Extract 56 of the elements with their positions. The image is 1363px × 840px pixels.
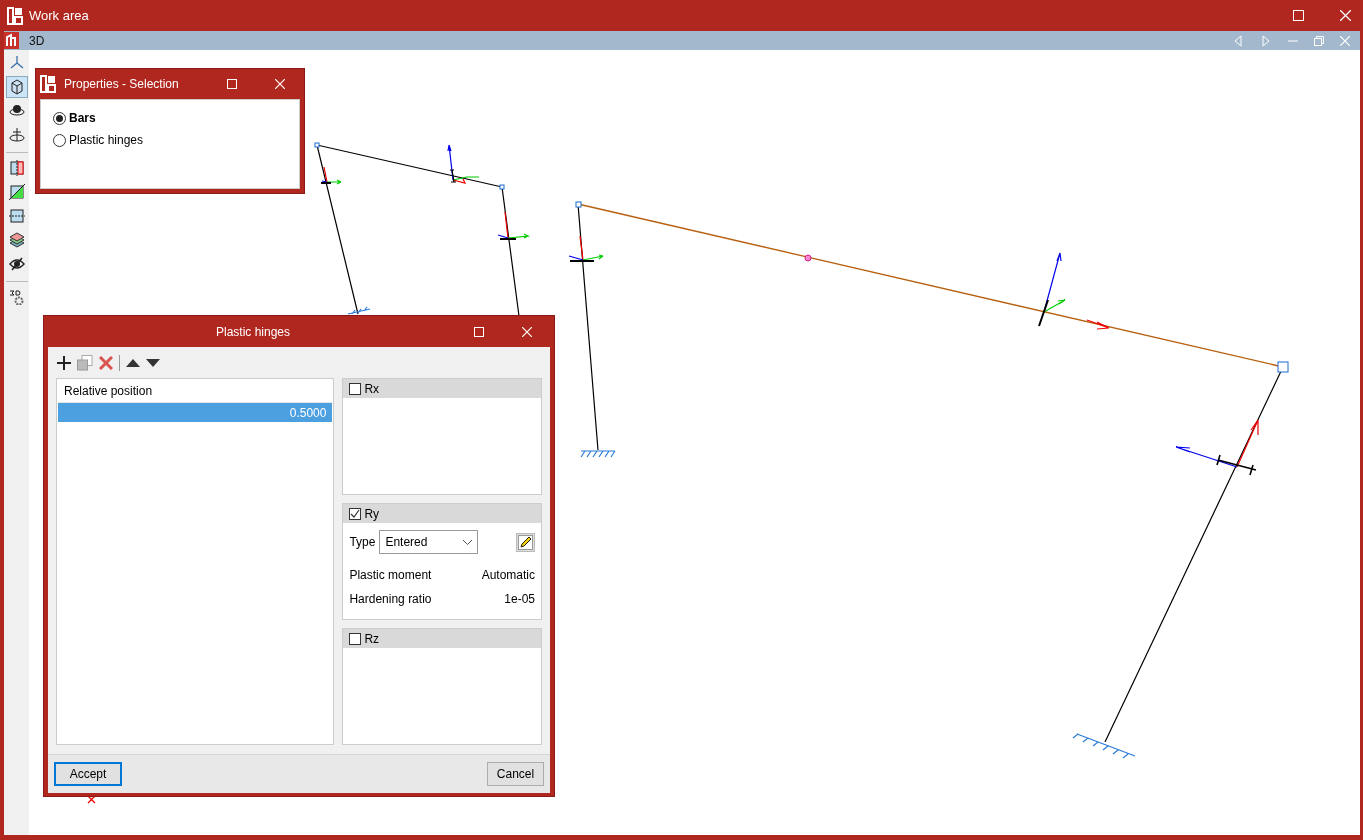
section-icon xyxy=(8,184,25,200)
property-value: 1e-05 xyxy=(504,591,535,608)
move-down-icon[interactable] xyxy=(146,358,160,367)
pencil-icon xyxy=(518,534,533,550)
type-dropdown[interactable]: Entered xyxy=(379,530,479,554)
app-logo-icon xyxy=(7,6,23,25)
checkbox-label[interactable]: Rz xyxy=(364,629,380,648)
section-icon xyxy=(8,208,25,224)
close-icon[interactable] xyxy=(1340,10,1351,21)
cube-icon xyxy=(8,79,25,95)
maximize-icon[interactable] xyxy=(474,326,484,337)
radio-button[interactable] xyxy=(53,133,66,147)
dialog-title: Plastic hinges xyxy=(216,323,291,341)
option-label[interactable]: Bars xyxy=(69,109,96,127)
cross-marker xyxy=(87,795,96,804)
view-title: 3D xyxy=(29,32,45,50)
column-header: Relative position xyxy=(63,383,154,400)
toolbar-button[interactable] xyxy=(5,76,28,98)
fixed-support xyxy=(1072,733,1136,759)
hidden-eye-icon xyxy=(8,256,25,272)
maximize-icon[interactable] xyxy=(1293,10,1304,21)
checkbox-label[interactable]: Rx xyxy=(364,379,380,398)
fixed-support xyxy=(347,306,371,315)
section-icon xyxy=(8,160,25,176)
field-label: Type xyxy=(349,534,376,551)
dialog-title: Properties - Selection xyxy=(64,76,179,93)
maximize-icon[interactable] xyxy=(227,79,237,89)
property-value: Automatic xyxy=(481,567,535,584)
property-label: Hardening ratio xyxy=(349,591,432,608)
app-logo-icon xyxy=(40,75,56,93)
window-title: Work area xyxy=(29,6,89,25)
rotate-icon xyxy=(8,127,25,143)
checkbox[interactable] xyxy=(349,382,362,395)
checkbox[interactable] xyxy=(349,507,362,520)
edit-button[interactable] xyxy=(516,532,535,552)
checkbox-label[interactable]: Ry xyxy=(364,504,380,523)
dialog-button[interactable]: Accept xyxy=(54,761,122,786)
fixed-support xyxy=(580,450,616,458)
chevron-down-icon xyxy=(463,539,473,545)
add-icon[interactable] xyxy=(57,355,71,370)
layers-icon xyxy=(8,232,25,248)
dialog-button[interactable]: Cancel xyxy=(487,761,544,786)
app-icon xyxy=(4,32,19,49)
gear-icon xyxy=(8,289,25,305)
orbit-icon xyxy=(8,103,25,119)
copy-icon[interactable] xyxy=(77,354,93,371)
option-label[interactable]: Plastic hinges xyxy=(69,131,144,149)
close-icon[interactable] xyxy=(522,326,532,337)
delete-icon[interactable] xyxy=(99,355,113,370)
checkbox[interactable] xyxy=(349,632,362,645)
property-label: Plastic moment xyxy=(349,567,432,584)
hinge-marker xyxy=(804,254,812,262)
close-icon[interactable] xyxy=(275,79,285,89)
axes-icon xyxy=(8,55,25,71)
move-up-icon[interactable] xyxy=(126,358,140,367)
radio-button[interactable] xyxy=(53,111,66,125)
